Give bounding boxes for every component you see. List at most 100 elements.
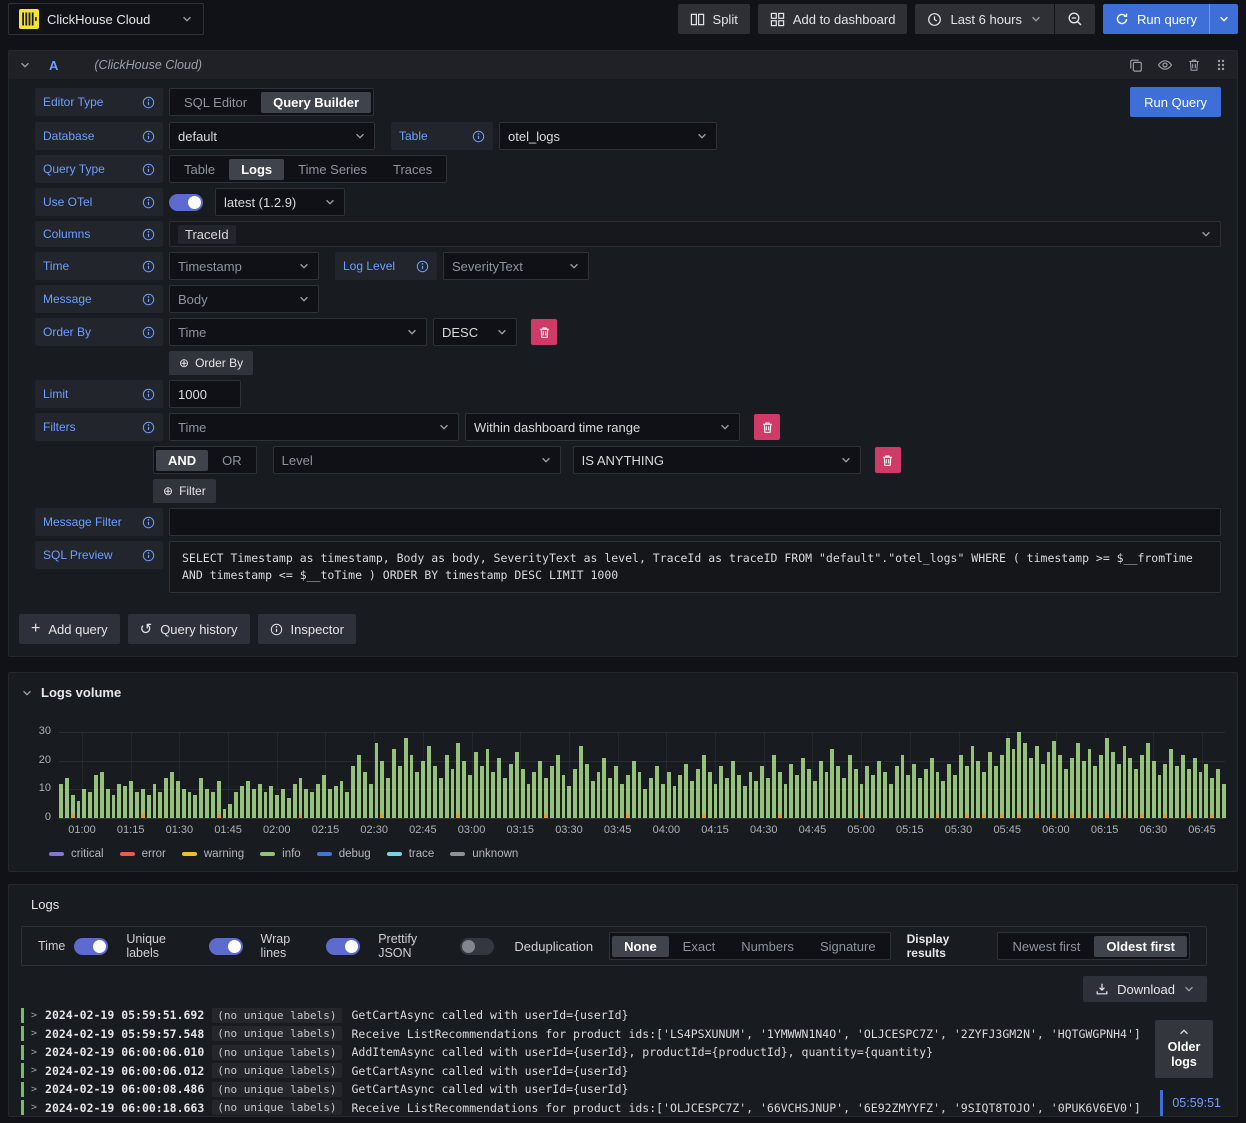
x-tick-label: 03:45 <box>603 824 632 836</box>
radio-option-or[interactable]: OR <box>210 450 254 471</box>
log-row[interactable]: >2024-02-19 05:59:51.692 (no unique label… <box>21 1006 1225 1025</box>
log-level-select[interactable]: SeverityText <box>443 252 589 280</box>
filter1-operator-select[interactable]: Within dashboard time range <box>465 413 740 441</box>
duplicate-query-icon[interactable] <box>1129 58 1143 72</box>
filter1-field-select[interactable]: Time <box>169 413 459 441</box>
expand-chevron-icon[interactable]: > <box>31 1084 37 1095</box>
collapse-chevron-icon[interactable] <box>19 59 31 71</box>
radio-option-and[interactable]: AND <box>156 449 209 471</box>
order-by-field-select[interactable]: Time <box>169 318 427 346</box>
volume-bar <box>415 772 420 818</box>
volume-bar <box>298 777 303 818</box>
radio-option-exact[interactable]: Exact <box>671 936 728 957</box>
legend-item-unknown[interactable]: unknown <box>450 848 518 860</box>
log-row[interactable]: >2024-02-19 06:00:08.486 (no unique label… <box>21 1080 1225 1099</box>
radio-option-signature[interactable]: Signature <box>808 936 888 957</box>
info-icon[interactable] <box>142 228 155 241</box>
info-icon[interactable] <box>142 293 155 306</box>
add-to-dashboard-button[interactable]: Add to dashboard <box>757 4 908 34</box>
info-icon[interactable] <box>142 130 155 143</box>
datasource-picker[interactable]: ClickHouse Cloud <box>8 3 204 35</box>
radio-option-query-builder[interactable]: Query Builder <box>261 91 372 113</box>
info-icon[interactable] <box>142 196 155 209</box>
order-by-direction-select[interactable]: DESC <box>433 318 517 346</box>
split-button[interactable]: Split <box>677 4 750 34</box>
otel-version-select[interactable]: latest (1.2.9) <box>215 188 345 216</box>
expand-chevron-icon[interactable]: > <box>31 1065 37 1076</box>
log-row[interactable]: >2024-02-19 06:00:06.010 (no unique label… <box>21 1043 1225 1062</box>
switch[interactable] <box>460 937 495 955</box>
hide-query-eye-icon[interactable] <box>1157 57 1173 73</box>
info-icon[interactable] <box>416 260 429 273</box>
inspector-button[interactable]: Inspector <box>257 614 356 644</box>
time-range-picker[interactable]: Last 6 hours <box>915 4 1055 34</box>
log-row[interactable]: >2024-02-19 06:00:18.663 (no unique label… <box>21 1099 1225 1117</box>
log-row[interactable]: >2024-02-19 05:59:57.548 (no unique label… <box>21 1025 1225 1044</box>
query-history-button[interactable]: ↺ Query history <box>127 614 250 644</box>
time-column-select[interactable]: Timestamp <box>169 252 319 280</box>
info-icon[interactable] <box>142 388 155 401</box>
volume-bar <box>807 769 811 818</box>
switch[interactable] <box>326 937 361 955</box>
switch[interactable] <box>74 937 109 955</box>
expand-chevron-icon[interactable]: > <box>31 1102 37 1113</box>
volume-bar <box>561 775 566 818</box>
expand-chevron-icon[interactable]: > <box>31 1047 37 1058</box>
legend-item-info[interactable]: info <box>260 848 301 860</box>
columns-multiselect[interactable]: TraceId <box>169 221 1221 247</box>
run-query-dropdown[interactable] <box>1209 4 1238 34</box>
info-icon[interactable] <box>472 130 485 143</box>
radio-option-table[interactable]: Table <box>172 159 227 180</box>
info-icon[interactable] <box>142 549 155 562</box>
older-logs-button[interactable]: Older logs <box>1155 1020 1213 1078</box>
delete-query-trash-icon[interactable] <box>1187 58 1201 72</box>
legend-item-debug[interactable]: debug <box>316 848 371 860</box>
radio-option-traces[interactable]: Traces <box>381 159 444 180</box>
run-query-inner-button[interactable]: Run Query <box>1130 87 1221 117</box>
radio-option-logs[interactable]: Logs <box>229 158 285 180</box>
add-filter-button[interactable]: ⊕ Filter <box>153 479 216 503</box>
radio-option-newest-first[interactable]: Newest first <box>1000 936 1092 957</box>
use-otel-toggle[interactable] <box>169 193 203 211</box>
limit-input[interactable] <box>169 380 241 408</box>
radio-option-none[interactable]: None <box>612 935 669 957</box>
filter2-field-select[interactable]: Level <box>272 446 561 474</box>
legend-item-warning[interactable]: warning <box>181 848 244 860</box>
info-icon[interactable] <box>142 421 155 434</box>
radio-option-sql-editor[interactable]: SQL Editor <box>172 92 259 113</box>
remove-filter1-button[interactable] <box>754 414 780 440</box>
expand-chevron-icon[interactable]: > <box>31 1028 37 1039</box>
zoom-out-time-button[interactable] <box>1055 4 1096 34</box>
radio-option-numbers[interactable]: Numbers <box>729 936 806 957</box>
radio-option-time-series[interactable]: Time Series <box>286 159 379 180</box>
collapse-chevron-icon[interactable] <box>21 687 33 699</box>
info-icon[interactable] <box>142 326 155 339</box>
info-icon[interactable] <box>142 260 155 273</box>
legend-item-critical[interactable]: critical <box>49 848 104 860</box>
table-select[interactable]: otel_logs <box>499 122 717 150</box>
add-order-by-button[interactable]: ⊕ Order By <box>169 351 254 375</box>
add-query-button[interactable]: + Add query <box>19 614 120 644</box>
switch[interactable] <box>208 937 243 955</box>
log-row[interactable]: >2024-02-19 06:00:06.012 (no unique label… <box>21 1062 1225 1081</box>
run-query-button[interactable]: Run query <box>1103 4 1238 34</box>
x-tick-label: 02:15 <box>311 824 340 836</box>
chevron-down-icon <box>356 133 364 139</box>
info-icon[interactable] <box>142 516 155 529</box>
message-column-select[interactable]: Body <box>169 285 319 313</box>
info-icon[interactable] <box>142 96 155 109</box>
expand-chevron-icon[interactable]: > <box>31 1010 37 1021</box>
column-chip[interactable]: TraceId <box>178 224 236 244</box>
database-select[interactable]: default <box>169 122 375 150</box>
legend-item-error[interactable]: error <box>119 848 166 860</box>
drag-handle-icon[interactable] <box>1215 58 1227 72</box>
remove-order-by-button[interactable] <box>531 319 557 345</box>
radio-option-oldest-first[interactable]: Oldest first <box>1094 935 1187 957</box>
remove-filter2-button[interactable] <box>874 447 901 473</box>
query-header[interactable]: A (ClickHouse Cloud) <box>9 51 1237 79</box>
message-filter-input[interactable] <box>169 508 1221 536</box>
download-button[interactable]: Download <box>1083 976 1207 1002</box>
info-icon[interactable] <box>142 163 155 176</box>
legend-item-trace[interactable]: trace <box>386 848 434 860</box>
filter2-operator-select[interactable]: IS ANYTHING <box>572 446 861 474</box>
